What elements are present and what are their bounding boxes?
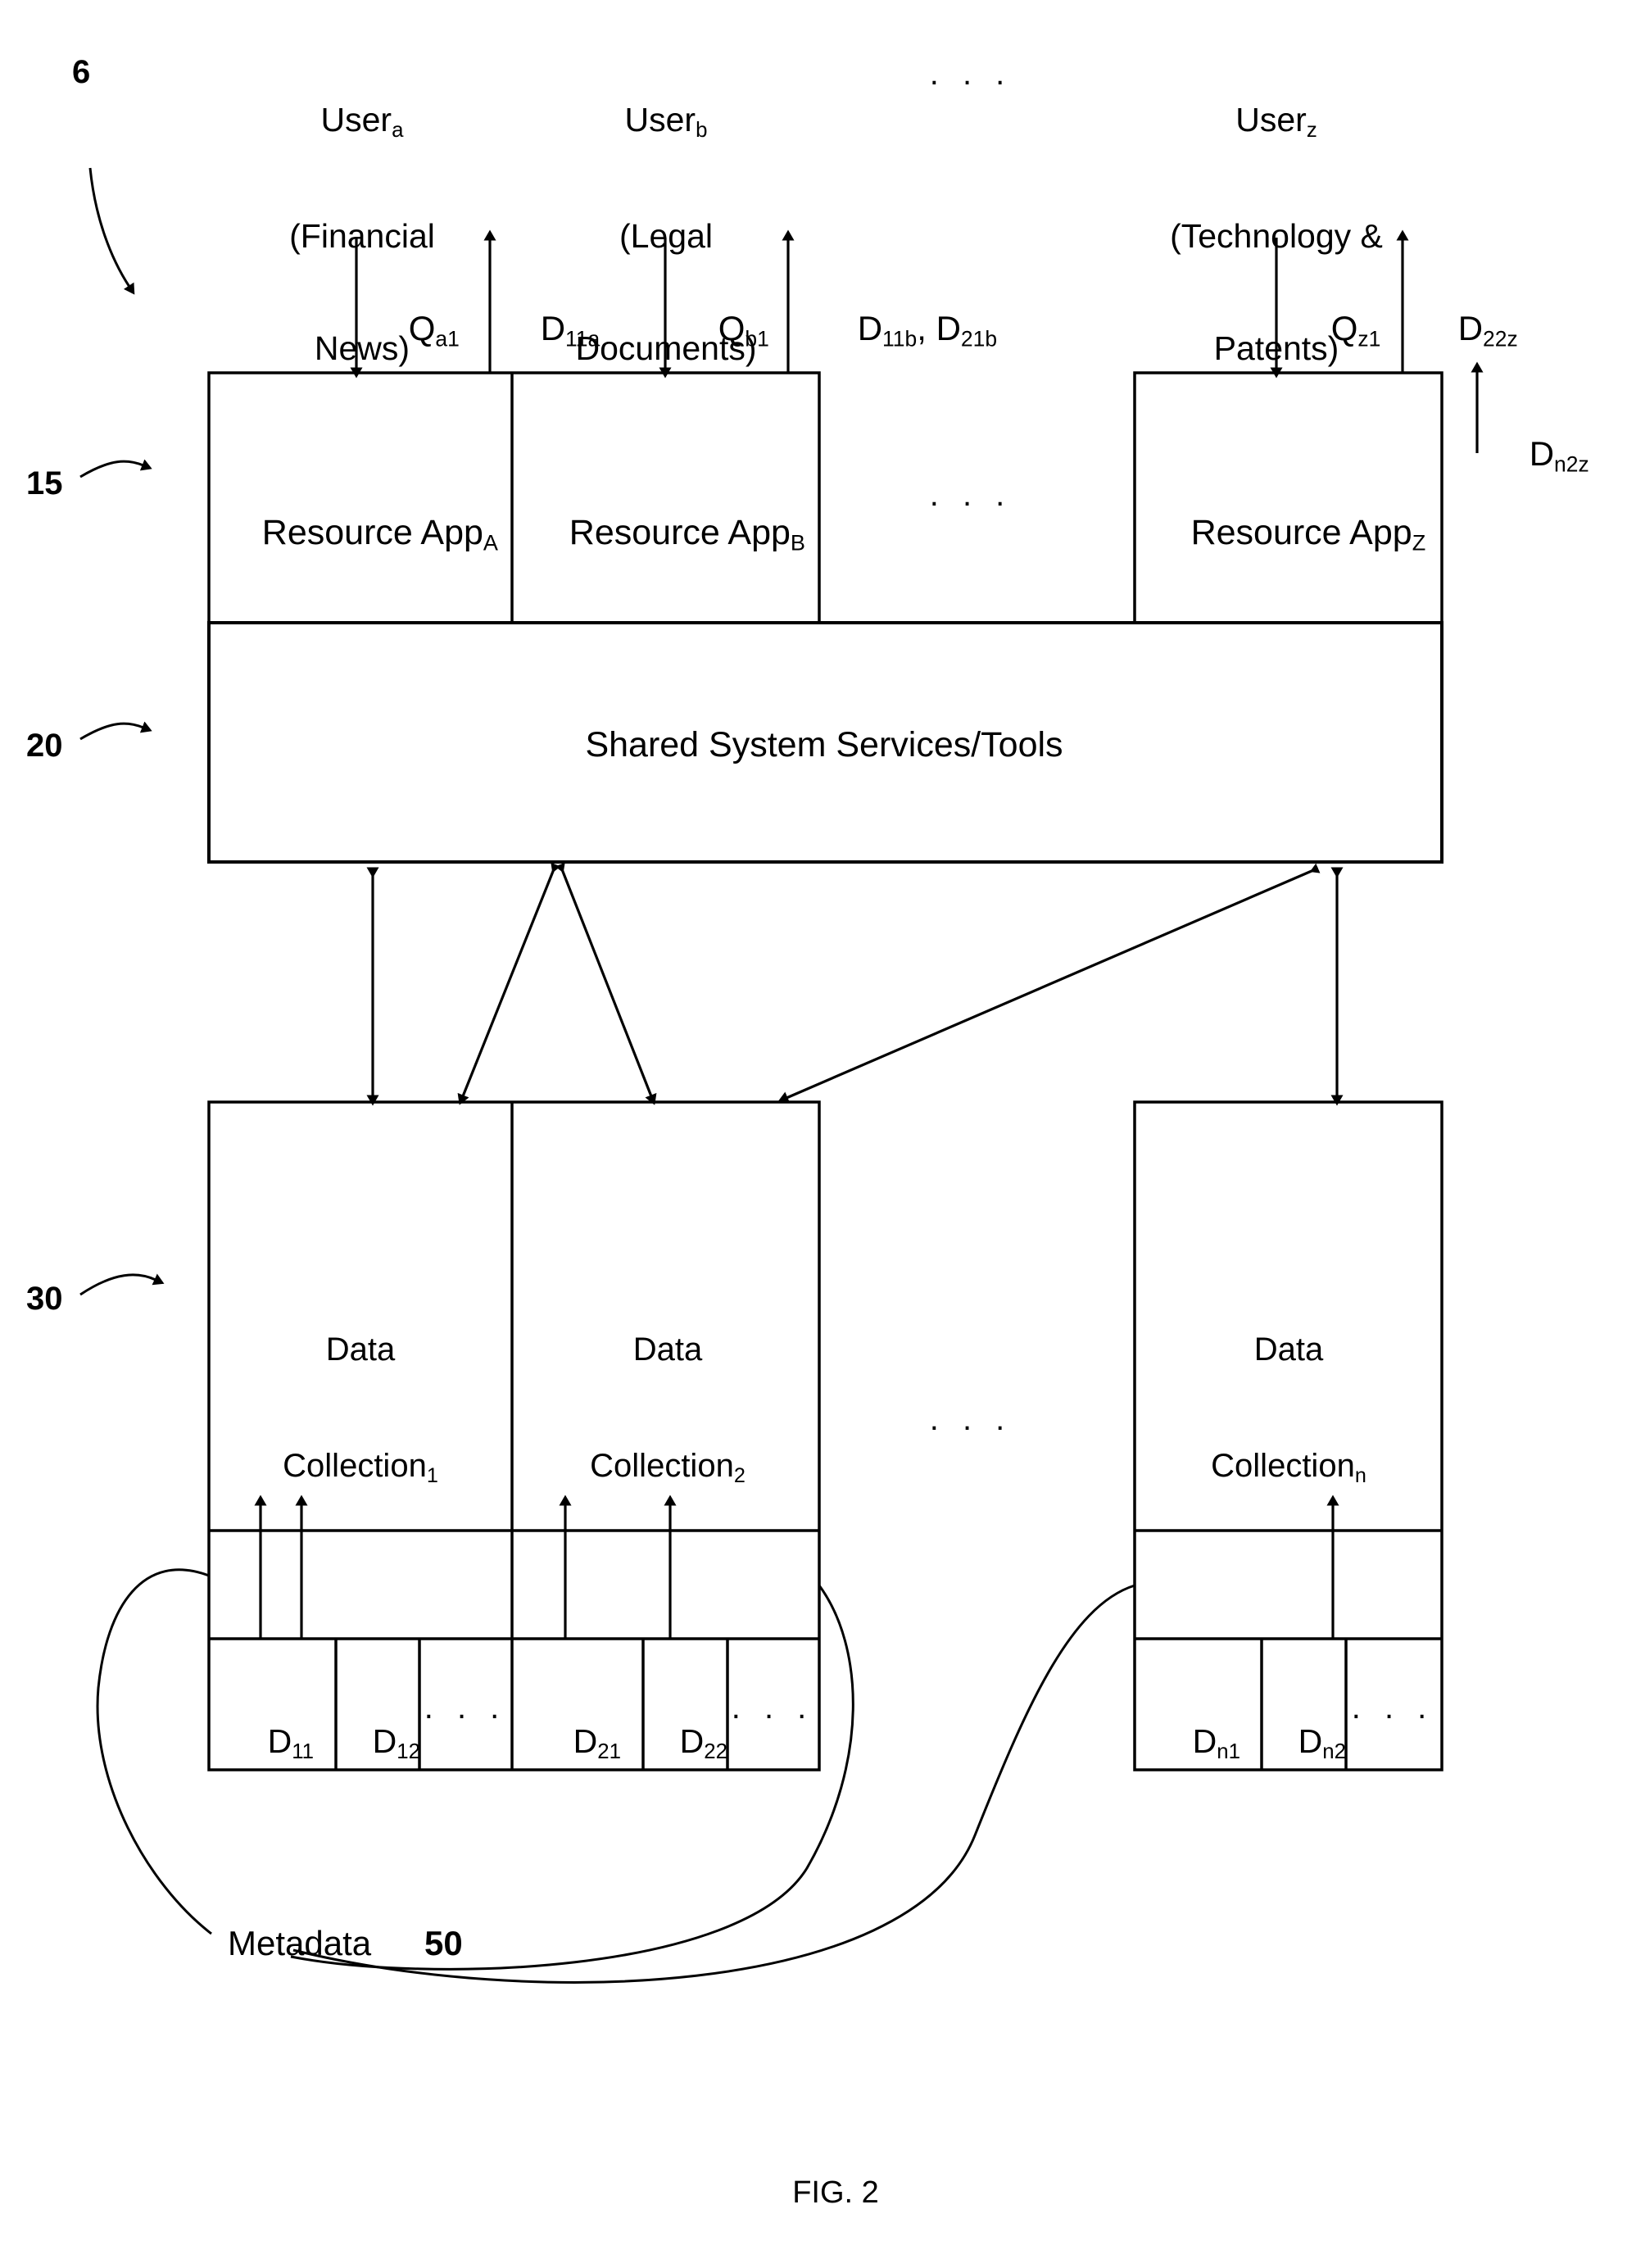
document-cell-d11-subscript: 11: [292, 1740, 314, 1764]
document-cell-d22: D22: [642, 1685, 727, 1764]
query-a1-base: Q: [408, 309, 436, 348]
document-cell-d21: D21: [536, 1685, 621, 1764]
doc-11a-base: D: [540, 309, 566, 348]
metadata-label: Metadata: [228, 1924, 372, 1962]
reference-number-15: 15: [26, 465, 63, 501]
doc-11a-subscript: 11a: [565, 326, 600, 352]
document-cell-d11: D11: [230, 1685, 314, 1764]
data-collection-n-label: Data Collectionn: [1211, 1254, 1366, 1566]
resource-app-b-base: Resource App: [569, 513, 791, 553]
document-cell-ellipsis-1: . . .: [424, 1690, 507, 1726]
document-cell-dn2-base: D: [1298, 1721, 1323, 1760]
resource-app-b-subscript: B: [790, 529, 805, 556]
user-a-subscript: a: [392, 119, 404, 143]
document-cell-dn2: Dn2: [1261, 1685, 1346, 1764]
doc-11a-label: D11a: [502, 270, 600, 352]
document-cell-d22-base: D: [679, 1721, 705, 1760]
query-a1-subscript: a1: [435, 326, 460, 352]
data-collection-1-line1: Data: [325, 1331, 396, 1368]
resource-app-z-subscript: Z: [1412, 529, 1426, 556]
data-collection-row-ellipsis: . . .: [929, 1401, 1013, 1437]
user-a-name: User: [320, 100, 392, 138]
doc-n2z-base: D: [1529, 434, 1555, 474]
data-collection-2-line1: Data: [632, 1331, 703, 1368]
query-z1-base: Q: [1330, 309, 1358, 348]
user-z-subscript: z: [1306, 119, 1317, 143]
data-collection-n-line1: Data: [1253, 1331, 1324, 1368]
document-cell-dn1-subscript: n1: [1217, 1740, 1240, 1764]
reference-number-6: 6: [72, 54, 91, 90]
doc-b-separator: ,: [917, 309, 936, 348]
query-b1-subscript: b1: [745, 326, 769, 352]
data-collection-2-subscript: 2: [733, 1463, 746, 1487]
document-cell-d21-subscript: 21: [597, 1740, 621, 1764]
doc-11b-21b-label: D11b, D21b: [819, 270, 997, 352]
document-cell-d12-base: D: [372, 1721, 397, 1760]
query-b1-label: Qb1: [680, 270, 769, 352]
user-a-descriptor-line1: (Financial: [289, 216, 435, 255]
figure-caption: FIG. 2: [792, 2175, 879, 2210]
document-cell-dn1: Dn1: [1155, 1685, 1240, 1764]
resource-app-a-base: Resource App: [261, 513, 483, 553]
user-z-label: Userz (Technology & Patents): [1170, 26, 1383, 443]
user-row-ellipsis: . . .: [929, 56, 1013, 92]
document-cell-ellipsis-n: . . .: [1351, 1690, 1434, 1726]
data-collection-1-label: Data Collection1: [283, 1254, 438, 1566]
data-collection-n-subscript: n: [1354, 1463, 1366, 1487]
user-b-descriptor-line1: (Legal: [619, 216, 713, 255]
query-z1-label: Qz1: [1293, 270, 1381, 352]
doc-n2z-label: Dn2z: [1491, 396, 1589, 477]
query-z1-subscript: z1: [1357, 326, 1381, 352]
query-a1-label: Qa1: [370, 270, 460, 352]
reference-number-30: 30: [26, 1281, 63, 1317]
resource-app-a-subscript: A: [483, 529, 498, 556]
data-collection-1-line2: Collection: [283, 1447, 427, 1484]
resource-row-ellipsis: . . .: [929, 477, 1013, 513]
document-cell-d12: D12: [335, 1685, 420, 1764]
user-z-descriptor-line1: (Technology &: [1170, 216, 1383, 255]
user-b-subscript: b: [696, 119, 708, 143]
data-collection-2-label: Data Collection2: [590, 1254, 746, 1566]
data-collection-1-subscript: 1: [426, 1463, 438, 1487]
user-z-name: User: [1235, 100, 1307, 138]
doc-n2z-subscript: n2z: [1554, 451, 1589, 477]
reference-leaders: [79, 167, 165, 1296]
document-cell-d12-subscript: 12: [397, 1740, 420, 1764]
document-cell-dn2-subscript: n2: [1322, 1740, 1346, 1764]
patent-figure-2: 6 Usera (Financial News) Userb (Legal Do…: [0, 0, 1627, 2268]
doc-21b-base: D: [936, 309, 961, 348]
resource-app-z-label: Resource AppZ: [1152, 474, 1426, 556]
doc-21b-subscript: 21b: [960, 326, 998, 352]
doc-22z-label: D22z: [1420, 270, 1518, 352]
data-collection-2-line2: Collection: [590, 1447, 734, 1484]
reference-number-50: 50: [424, 1924, 463, 1962]
document-cell-d21-base: D: [573, 1721, 598, 1760]
user-b-name: User: [624, 100, 696, 138]
resource-app-a-label: Resource AppA: [223, 474, 498, 556]
doc-22z-subscript: 22z: [1483, 326, 1518, 352]
user-b-label: Userb (Legal Documents): [575, 26, 756, 443]
doc-22z-base: D: [1457, 309, 1484, 348]
document-cell-ellipsis-2: . . .: [731, 1690, 814, 1726]
query-b1-base: Q: [718, 309, 746, 348]
data-collection-n-line2: Collection: [1211, 1447, 1355, 1484]
doc-11b-subscript: 11b: [882, 326, 918, 352]
resource-app-b-label: Resource AppB: [530, 474, 805, 556]
doc-11b-base: D: [857, 309, 883, 348]
document-cell-dn1-base: D: [1192, 1721, 1217, 1760]
reference-number-20: 20: [26, 728, 63, 764]
user-a-label: Usera (Financial News): [289, 26, 435, 443]
services-collection-arrows: [366, 862, 1344, 1106]
document-cell-d22-subscript: 22: [704, 1740, 727, 1764]
metadata-leader-curves: [96, 1568, 1135, 1984]
document-cell-d11-base: D: [267, 1721, 292, 1760]
resource-app-z-base: Resource App: [1190, 513, 1412, 553]
shared-system-services-label: Shared System Services/Tools: [585, 725, 1063, 764]
